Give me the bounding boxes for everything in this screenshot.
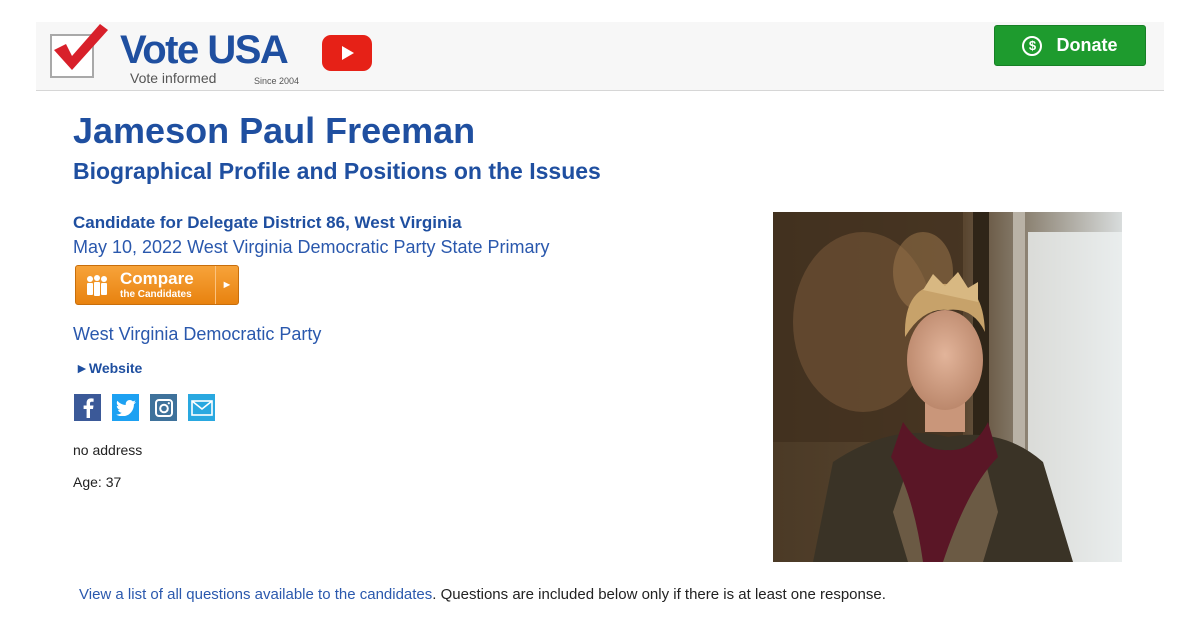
compare-label: Compare — [120, 269, 194, 288]
candidate-address: no address — [73, 442, 143, 458]
election-title: May 10, 2022 West Virginia Democratic Pa… — [73, 237, 550, 257]
candidate-portrait-image — [773, 212, 1122, 562]
office-title: Candidate for Delegate District 86, West… — [73, 213, 462, 232]
logo-title: Vote USA — [120, 28, 289, 72]
questions-note-text: . Questions are included below only if t… — [432, 586, 886, 603]
facebook-icon[interactable] — [74, 394, 101, 421]
questions-list-link[interactable]: View a list of all questions available t… — [79, 586, 432, 603]
logo-tagline: Vote informed — [130, 70, 217, 86]
people-icon — [87, 275, 107, 296]
candidate-name: Jameson Paul Freeman — [73, 110, 476, 151]
page-subtitle: Biographical Profile and Positions on th… — [73, 158, 601, 184]
instagram-icon[interactable] — [150, 394, 177, 421]
compare-sublabel: the Candidates — [120, 289, 192, 300]
email-icon[interactable] — [188, 394, 215, 421]
donate-button[interactable]: $ Donate — [994, 25, 1146, 66]
twitter-icon[interactable] — [112, 394, 139, 421]
checkmark-logo-icon — [54, 24, 108, 70]
youtube-icon[interactable] — [322, 35, 372, 71]
website-link[interactable]: ►Website — [75, 360, 142, 376]
questions-note: View a list of all questions available t… — [79, 586, 886, 603]
play-icon — [342, 46, 354, 60]
party-name: West Virginia Democratic Party — [73, 324, 322, 344]
candidate-photo — [773, 212, 1122, 562]
logo-since: Since 2004 — [254, 76, 300, 86]
compare-candidates-button[interactable]: Compare the Candidates ► — [75, 265, 239, 305]
vote-usa-logo[interactable]: Vote USA Vote informed Since 2004 — [50, 24, 300, 86]
candidate-age: Age: 37 — [73, 474, 122, 490]
social-links — [74, 394, 215, 421]
compare-arrow-icon: ► — [215, 266, 238, 304]
donate-label: Donate — [1056, 35, 1118, 55]
site-header: Vote USA Vote informed Since 2004 $ Dona… — [36, 22, 1164, 91]
dollar-icon: $ — [1022, 35, 1043, 56]
